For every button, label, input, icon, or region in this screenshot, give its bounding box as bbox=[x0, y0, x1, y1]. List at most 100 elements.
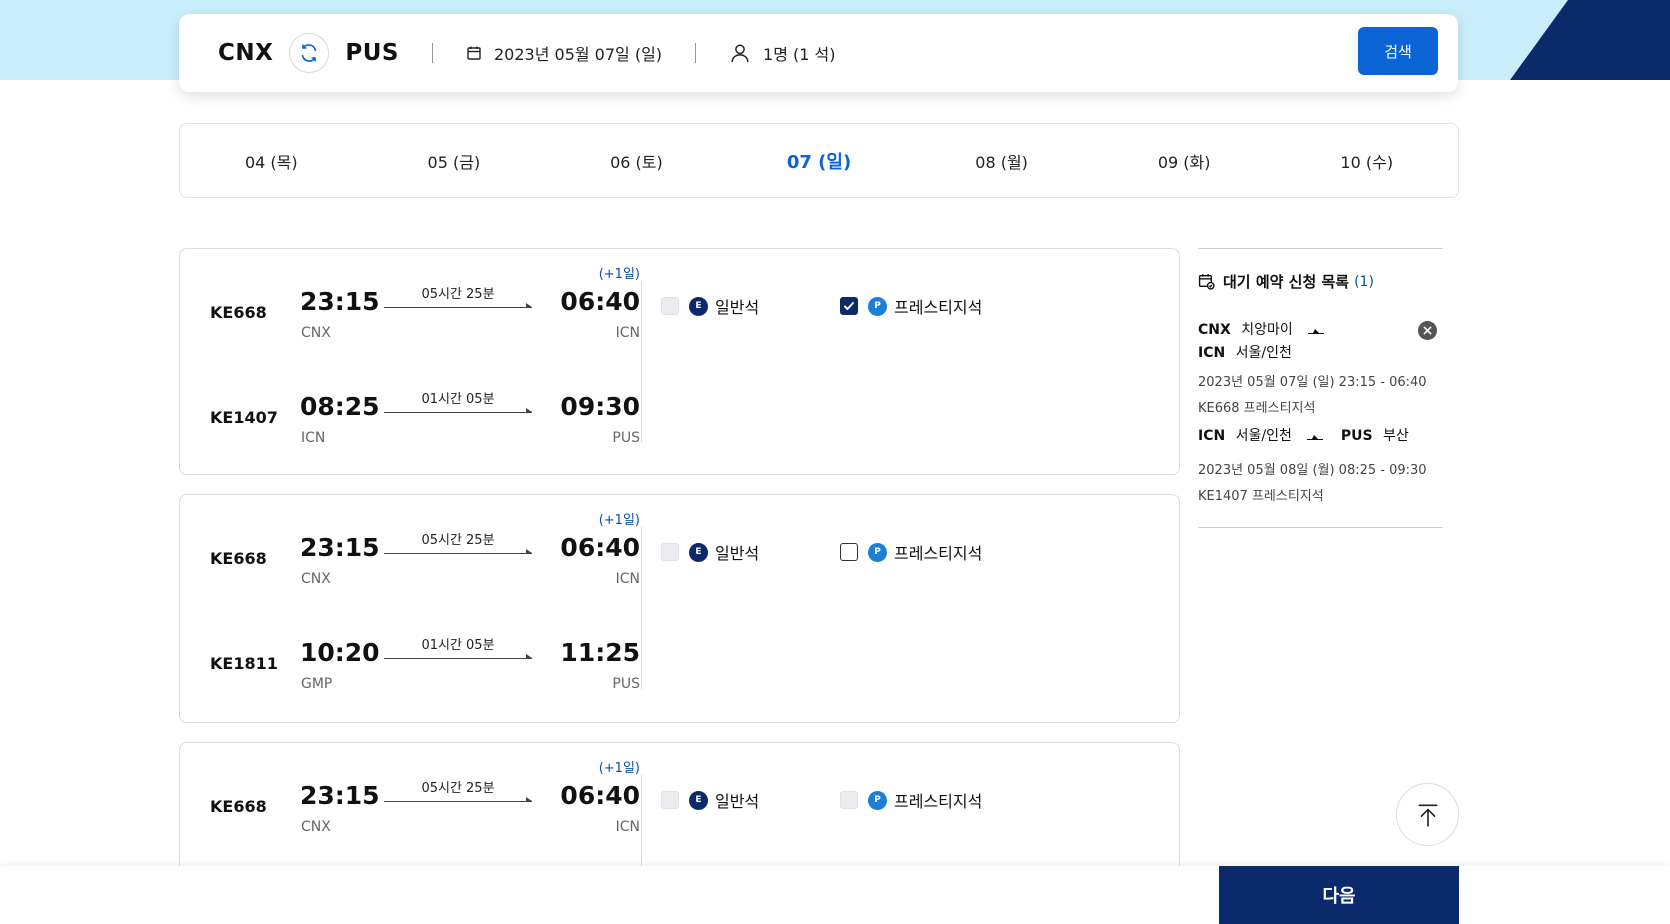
arrival-time: 11:25 bbox=[560, 638, 640, 667]
departure-time: 23:15 bbox=[300, 781, 380, 810]
arrival-time: 06:40 bbox=[560, 533, 640, 562]
flight-duration: 05시간 25분 bbox=[421, 781, 495, 796]
economy-checkbox[interactable] bbox=[661, 791, 679, 809]
close-circle-icon bbox=[1423, 326, 1432, 335]
swap-route-button[interactable] bbox=[289, 33, 330, 73]
origin-airport[interactable]: CNX bbox=[218, 40, 273, 66]
arrival-time: 06:40 bbox=[560, 781, 640, 810]
itinerary-card: KE668 23:15 CNX 05시간 25분 (+1일) 06:40 ICN… bbox=[179, 248, 1180, 475]
date-tab-07[interactable]: 07 (일) bbox=[728, 148, 911, 174]
prestige-option[interactable]: P 프레스티지석 bbox=[840, 540, 982, 564]
card-divider bbox=[641, 527, 642, 689]
economy-option[interactable]: E 일반석 bbox=[661, 788, 759, 812]
waitlist-title: 대기 예약 신청 목록 bbox=[1223, 273, 1350, 291]
arrival-time: 06:40 bbox=[560, 287, 640, 316]
leg2-flight: KE1407 프레스티지석 bbox=[1198, 489, 1324, 504]
leg2-to-city: 부산 bbox=[1382, 428, 1409, 444]
flight-segment: KE1407 08:25 ICN 01시간 05분 09:30 PUS bbox=[180, 374, 640, 454]
flight-number: KE668 bbox=[210, 549, 267, 568]
plane-icon bbox=[1308, 329, 1325, 334]
passenger-value: 1명 (1 석) bbox=[763, 45, 836, 64]
leg1-datetime: 2023년 05월 07일 (일) 23:15 - 06:40 bbox=[1198, 375, 1427, 390]
prestige-checkbox[interactable] bbox=[840, 543, 858, 561]
departure-time: 23:15 bbox=[300, 287, 380, 316]
arrival-time: 09:30 bbox=[560, 392, 640, 421]
prestige-option[interactable]: P 프레스티지석 bbox=[840, 294, 982, 318]
date-field[interactable]: 2023년 05월 07일 (일) bbox=[466, 41, 662, 65]
flight-duration: 05시간 25분 bbox=[421, 533, 495, 548]
leg2-to-code: PUS bbox=[1340, 428, 1373, 444]
flight-duration: 05시간 25분 bbox=[421, 287, 495, 302]
flight-duration: 01시간 05분 bbox=[421, 392, 495, 407]
itinerary-card: KE668 23:15 CNX 05시간 25분 (+1일) 06:40 ICN… bbox=[179, 494, 1180, 723]
duration-line bbox=[384, 303, 532, 308]
calendar-check-icon bbox=[1198, 274, 1215, 290]
leg2-route: ICN 서울/인천 PUS 부산 bbox=[1198, 425, 1409, 445]
search-button[interactable]: 검색 bbox=[1358, 27, 1438, 75]
flight-duration: 01시간 05분 bbox=[421, 638, 495, 653]
plane-icon bbox=[1307, 435, 1324, 440]
economy-option[interactable]: E 일반석 bbox=[661, 540, 759, 564]
date-value: 2023년 05월 07일 (일) bbox=[493, 45, 663, 64]
economy-label: 일반석 bbox=[715, 298, 760, 317]
passenger-field[interactable]: 1명 (1 석) bbox=[729, 41, 836, 65]
waitlist-header: 대기 예약 신청 목록 (1) bbox=[1198, 271, 1374, 292]
remove-waitlist-button[interactable] bbox=[1418, 321, 1437, 340]
card-divider bbox=[641, 281, 642, 443]
arrival-airport: PUS bbox=[612, 430, 640, 446]
departure-airport: CNX bbox=[301, 325, 331, 341]
economy-label: 일반석 bbox=[715, 792, 760, 811]
flight-segment: KE668 23:15 CNX 05시간 25분 (+1일) 06:40 ICN bbox=[180, 513, 640, 595]
flight-number: KE668 bbox=[210, 303, 267, 322]
economy-badge: E bbox=[689, 542, 708, 562]
date-tab-10[interactable]: 10 (수) bbox=[1275, 149, 1458, 173]
economy-checkbox[interactable] bbox=[661, 297, 679, 315]
flight-number: KE1811 bbox=[210, 654, 278, 673]
prestige-checkbox[interactable] bbox=[840, 791, 858, 809]
economy-option[interactable]: E 일반석 bbox=[661, 294, 759, 318]
leg1-flight: KE668 프레스티지석 bbox=[1198, 401, 1316, 416]
divider bbox=[431, 43, 433, 63]
arrival-airport: ICN bbox=[615, 819, 640, 835]
leg2-from-code: ICN bbox=[1198, 428, 1226, 444]
departure-time: 23:15 bbox=[300, 533, 380, 562]
duration-line bbox=[384, 654, 532, 659]
person-icon bbox=[731, 44, 749, 63]
waitlist-panel: 대기 예약 신청 목록 (1) CNX 치앙마이 ICN 서울/인천 2023년… bbox=[1198, 248, 1443, 528]
leg1-to-city: 서울/인천 bbox=[1235, 345, 1292, 361]
economy-label: 일반석 bbox=[715, 544, 760, 563]
prestige-badge: P bbox=[868, 790, 887, 810]
flight-segment: KE1811 10:20 GMP 01시간 05분 11:25 PUS bbox=[180, 620, 640, 700]
economy-badge: E bbox=[689, 790, 708, 810]
economy-checkbox[interactable] bbox=[661, 543, 679, 561]
next-day-badge: (+1일) bbox=[598, 267, 640, 282]
economy-badge: E bbox=[689, 296, 708, 316]
prestige-label: 프레스티지석 bbox=[894, 544, 983, 563]
leg1-from-code: CNX bbox=[1198, 322, 1231, 338]
date-tab-08[interactable]: 08 (월) bbox=[910, 149, 1093, 173]
leg1-from-city: 치앙마이 bbox=[1241, 322, 1293, 338]
arrival-airport: ICN bbox=[615, 325, 640, 341]
date-tab-06[interactable]: 06 (토) bbox=[545, 149, 728, 173]
next-button[interactable]: 다음 bbox=[1219, 866, 1459, 924]
flight-segment: KE668 23:15 CNX 05시간 25분 (+1일) 06:40 ICN bbox=[180, 267, 640, 349]
date-tab-09[interactable]: 09 (화) bbox=[1093, 149, 1276, 173]
prestige-label: 프레스티지석 bbox=[894, 792, 983, 811]
duration-line bbox=[384, 549, 532, 554]
check-icon bbox=[844, 302, 854, 310]
scroll-top-button[interactable] bbox=[1396, 783, 1459, 846]
prestige-checkbox[interactable] bbox=[840, 297, 858, 315]
date-tab-05[interactable]: 05 (금) bbox=[363, 149, 546, 173]
prestige-badge: P bbox=[868, 542, 887, 562]
next-day-badge: (+1일) bbox=[598, 513, 640, 528]
date-tab-04[interactable]: 04 (목) bbox=[180, 149, 363, 173]
arrival-airport: PUS bbox=[612, 676, 640, 692]
divider bbox=[695, 43, 697, 63]
prestige-option[interactable]: P 프레스티지석 bbox=[840, 788, 982, 812]
destination-airport[interactable]: PUS bbox=[345, 40, 399, 66]
departure-time: 10:20 bbox=[300, 638, 380, 667]
departure-airport: CNX bbox=[301, 571, 331, 587]
flight-segment: KE668 23:15 CNX 05시간 25분 (+1일) 06:40 ICN bbox=[180, 761, 640, 843]
arrow-up-icon bbox=[1418, 803, 1437, 827]
prestige-label: 프레스티지석 bbox=[894, 298, 983, 317]
